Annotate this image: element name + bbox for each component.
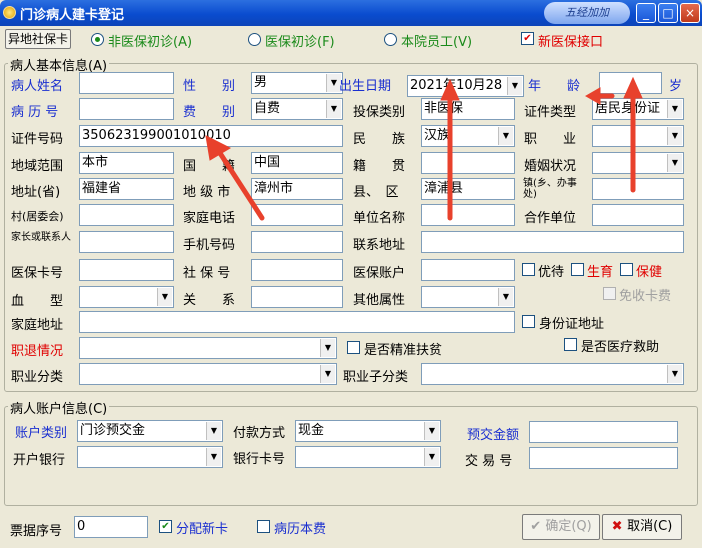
annotation-arrow-dob-head (440, 78, 460, 101)
annotation-arrows (205, 76, 643, 221)
annotation-arrow-age-left-head (584, 87, 601, 105)
annotation-arrow-id (215, 147, 265, 221)
annotation-arrow-age-head (623, 76, 643, 99)
annotation-arrow-id-head (205, 135, 232, 161)
